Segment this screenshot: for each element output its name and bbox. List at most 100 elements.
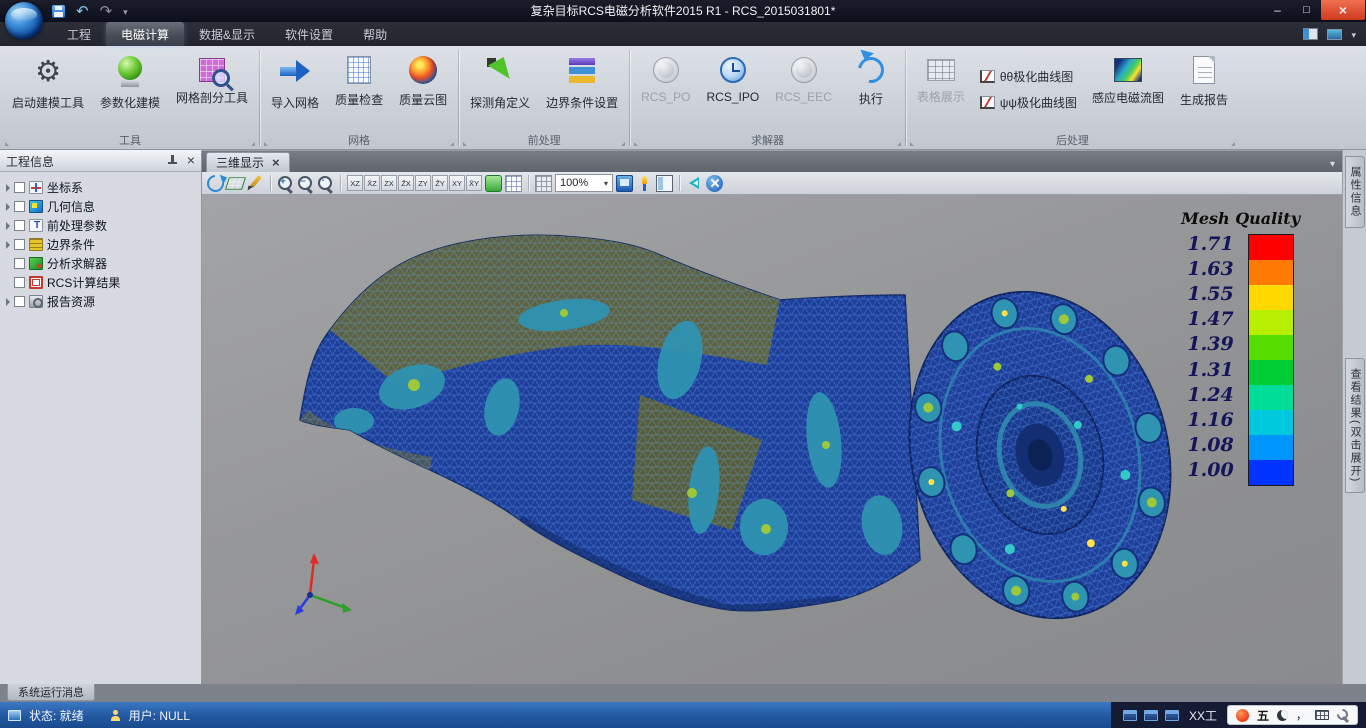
tree-item-report-resource[interactable]: 报告资源: [4, 292, 201, 311]
display-settings-icon[interactable]: [1327, 29, 1342, 40]
shaded-mode-icon[interactable]: [485, 175, 502, 192]
view-xy-neg-button[interactable]: X̄Y: [466, 175, 482, 191]
undo-icon[interactable]: [76, 2, 89, 20]
zoom-caret-icon: [604, 177, 608, 189]
expander-icon[interactable]: [6, 241, 10, 249]
ime-keyboard-icon[interactable]: [1315, 710, 1329, 720]
zoom-out-icon[interactable]: [297, 175, 314, 192]
grid-toggle-icon[interactable]: [535, 175, 552, 192]
system-messages-tab[interactable]: 系统运行消息: [7, 684, 95, 701]
launch-modeling-tool-button[interactable]: 启动建模工具: [4, 48, 92, 131]
visibility-checkbox[interactable]: [14, 239, 25, 250]
panel-toggle-icon[interactable]: [1303, 28, 1318, 40]
clear-view-icon[interactable]: [706, 175, 723, 192]
ime-settings-icon[interactable]: [1337, 709, 1349, 721]
view-zx-button[interactable]: ZX: [381, 175, 397, 191]
visibility-checkbox[interactable]: [14, 220, 25, 231]
tray-window-icon[interactable]: [1165, 710, 1179, 721]
group-separator: [905, 50, 906, 146]
expander-icon[interactable]: [6, 203, 10, 211]
parametric-modeling-button[interactable]: 参数化建模: [92, 48, 168, 131]
redo-icon[interactable]: [100, 2, 113, 20]
wireframe-mode-icon[interactable]: [505, 175, 522, 192]
rcs-po-button[interactable]: RCS_PO: [633, 48, 698, 131]
expander-icon[interactable]: [6, 298, 10, 306]
view-xz-neg-button[interactable]: X̄Z: [364, 175, 380, 191]
zoom-level-select[interactable]: 100%: [555, 174, 613, 192]
menu-tab-project[interactable]: 工程: [52, 22, 106, 46]
theta-polarization-curve-button[interactable]: θθ极化曲线图: [980, 68, 1077, 85]
maximize-button[interactable]: □: [1292, 0, 1321, 20]
induced-current-map-button[interactable]: 感应电磁流图: [1084, 48, 1172, 131]
view-zy-neg-button[interactable]: Z̄Y: [432, 175, 448, 191]
tabbar-dropdown-icon[interactable]: [1330, 156, 1335, 170]
layout-icon[interactable]: [656, 175, 673, 192]
menu-dropdown-icon[interactable]: [1351, 27, 1356, 41]
generate-report-button[interactable]: 生成报告: [1172, 48, 1236, 131]
view-xy-button[interactable]: XY: [449, 175, 465, 191]
right-tab-property-info[interactable]: 属性信息: [1345, 156, 1365, 228]
psi-polarization-curve-button[interactable]: ψψ极化曲线图: [980, 94, 1077, 111]
tree-item-geometry-info[interactable]: 几何信息: [4, 197, 201, 216]
edit-view-icon[interactable]: [247, 175, 264, 192]
coordinate-system-icon: [29, 181, 43, 194]
view-xz-button[interactable]: XZ: [347, 175, 363, 191]
ime-logo-icon[interactable]: [1236, 709, 1249, 722]
ime-punctuation-icon[interactable]: [1296, 707, 1307, 723]
visibility-checkbox[interactable]: [14, 182, 25, 193]
visibility-checkbox[interactable]: [14, 258, 25, 269]
table-display-button[interactable]: 表格展示: [909, 48, 973, 131]
menu-tab-help[interactable]: 帮助: [348, 22, 402, 46]
tree-item-boundary-condition[interactable]: 边界条件: [4, 235, 201, 254]
pin-icon[interactable]: [167, 155, 178, 167]
ime-moon-icon[interactable]: [1277, 710, 1288, 721]
visibility-checkbox[interactable]: [14, 296, 25, 307]
tree-item-label: 坐标系: [47, 179, 83, 196]
app-logo-icon[interactable]: [5, 2, 43, 40]
tree-item-preprocess-params[interactable]: 前处理参数: [4, 216, 201, 235]
right-tab-view-results[interactable]: 查看结果(双击展开): [1345, 358, 1365, 493]
visibility-checkbox[interactable]: [14, 201, 25, 212]
zoom-in-icon[interactable]: [277, 175, 294, 192]
expander-icon[interactable]: [6, 222, 10, 230]
light-icon[interactable]: [636, 175, 653, 192]
ime-mode-label[interactable]: 五: [1257, 707, 1269, 724]
viewport-3d[interactable]: Mesh Quality 1.711.631.551.471.391.311.2…: [202, 195, 1342, 684]
panel-close-icon[interactable]: [187, 154, 195, 168]
tab-close-icon[interactable]: [272, 155, 280, 170]
tree-item-label: 分析求解器: [47, 255, 107, 272]
qat-dropdown-icon[interactable]: [123, 4, 128, 18]
camera-view-icon[interactable]: [616, 175, 633, 192]
expander-icon[interactable]: [6, 184, 10, 192]
rotate-view-icon[interactable]: [204, 171, 228, 195]
tray-window-icon[interactable]: [1123, 710, 1137, 721]
menu-tab-software-settings[interactable]: 软件设置: [270, 22, 348, 46]
view-zy-button[interactable]: ZY: [415, 175, 431, 191]
view-zx-neg-button[interactable]: Z̄X: [398, 175, 414, 191]
menu-tab-data-display[interactable]: 数据&显示: [184, 22, 270, 46]
boundary-condition-button[interactable]: 边界条件设置: [538, 48, 626, 131]
tree-item-coordinate-system[interactable]: 坐标系: [4, 178, 201, 197]
quality-check-button[interactable]: 质量检查: [327, 48, 391, 131]
rcs-ipo-button[interactable]: RCS_IPO: [698, 48, 767, 131]
tab-3d-display[interactable]: 三维显示: [206, 152, 290, 172]
import-mesh-button[interactable]: 导入网格: [263, 48, 327, 131]
rcs-eec-button[interactable]: RCS_EEC: [767, 48, 840, 131]
minimize-button[interactable]: –: [1263, 0, 1292, 20]
pan-plane-icon[interactable]: [225, 177, 246, 189]
tree-item-rcs-result[interactable]: RCS计算结果: [4, 273, 201, 292]
quality-cloud-button[interactable]: 质量云图: [391, 48, 455, 131]
execute-button[interactable]: 执行: [840, 48, 902, 131]
probe-angle-define-button[interactable]: 探测角定义: [462, 48, 538, 131]
zoom-fit-icon[interactable]: [317, 175, 334, 192]
tree-item-analysis-solver[interactable]: 分析求解器: [4, 254, 201, 273]
close-button[interactable]: ×: [1321, 0, 1365, 20]
flip-view-icon[interactable]: [686, 175, 703, 192]
visibility-checkbox[interactable]: [14, 277, 25, 288]
group-label-preprocess: 前处理: [462, 131, 626, 149]
menu-tab-em-calculation[interactable]: 电磁计算: [106, 22, 184, 46]
mesh-partition-tool-button[interactable]: 网格剖分工具: [168, 48, 256, 131]
application-window: 复杂目标RCS电磁分析软件2015 R1 - RCS_2015031801* –…: [0, 0, 1366, 728]
save-icon[interactable]: [52, 5, 65, 18]
tray-window-icon[interactable]: [1144, 710, 1158, 721]
